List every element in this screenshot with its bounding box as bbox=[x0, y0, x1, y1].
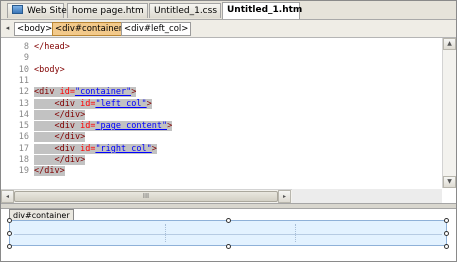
horizontal-scroll-thumb[interactable]: III bbox=[14, 191, 278, 202]
line-number: 13 bbox=[18, 98, 29, 109]
indent bbox=[34, 143, 55, 154]
code-line[interactable]: 16 </div> bbox=[1, 132, 441, 143]
code-token: "page_content" bbox=[95, 121, 168, 132]
tab-home-page[interactable]: home page.htm bbox=[67, 3, 148, 18]
tab-untitled-css[interactable]: Untitled_1.css bbox=[149, 3, 221, 18]
code-line[interactable]: 12 <div id="container"> bbox=[1, 87, 441, 98]
scroll-right-icon[interactable]: ▸ bbox=[278, 190, 291, 203]
code-token: </div> bbox=[54, 155, 86, 165]
code-text: </div> bbox=[34, 166, 65, 177]
code-text: <div id="container"> bbox=[34, 87, 137, 98]
line-number: 19 bbox=[18, 166, 29, 177]
inner-div-guide bbox=[14, 234, 442, 235]
code-token: > bbox=[151, 143, 157, 154]
resize-handle[interactable] bbox=[226, 218, 231, 223]
code-token: </head> bbox=[34, 42, 70, 52]
column-divider bbox=[165, 224, 166, 242]
code-token: id= bbox=[80, 143, 96, 154]
code-token: id= bbox=[59, 87, 75, 98]
code-text: </div> bbox=[34, 155, 86, 166]
tab-untitled-htm[interactable]: Untitled_1.htm bbox=[222, 2, 303, 19]
resize-handle[interactable] bbox=[444, 218, 449, 223]
code-token: "left_col" bbox=[95, 98, 147, 109]
code-token: "container" bbox=[74, 87, 132, 98]
code-token: <body> bbox=[34, 64, 65, 75]
code-view[interactable]: 8 </head> 9 10 <body> 11 12 <div id="container"… bbox=[1, 38, 441, 188]
tab-web-site[interactable]: Web Site bbox=[7, 3, 67, 18]
code-text: <div id="left_col"> bbox=[34, 98, 152, 110]
line-number: 8 bbox=[23, 42, 29, 52]
resize-handle[interactable] bbox=[7, 231, 12, 236]
code-text: </div> bbox=[34, 132, 86, 143]
tab-label: home page.htm bbox=[72, 6, 144, 16]
scroll-down-icon[interactable]: ▼ bbox=[443, 176, 456, 188]
code-text: <body> bbox=[34, 65, 65, 76]
code-text: </head> bbox=[34, 42, 70, 53]
code-token: > bbox=[146, 98, 152, 109]
tab-label: Untitled_1.htm bbox=[227, 5, 303, 15]
code-token: <div bbox=[54, 98, 81, 109]
code-token: </div> bbox=[54, 109, 86, 120]
line-number: 11 bbox=[18, 75, 29, 86]
line-number: 9 bbox=[23, 53, 29, 64]
code-line[interactable]: 17 <div id="right_col"> bbox=[1, 143, 441, 155]
column-divider bbox=[295, 224, 296, 242]
code-token: "right_col" bbox=[95, 143, 152, 154]
resize-handle[interactable] bbox=[226, 244, 231, 249]
code-token: <div bbox=[54, 121, 81, 132]
scroll-up-icon[interactable]: ▲ bbox=[443, 38, 456, 50]
code-text: <div id="page_content"> bbox=[34, 121, 173, 132]
code-token: </div> bbox=[54, 132, 86, 143]
line-number: 18 bbox=[18, 155, 29, 165]
indent bbox=[34, 132, 55, 143]
design-view[interactable]: div#container bbox=[1, 209, 456, 260]
line-number: 16 bbox=[18, 132, 29, 143]
code-line[interactable]: 10 <body> bbox=[1, 65, 441, 76]
web-site-icon bbox=[12, 5, 23, 14]
code-line[interactable]: 11 bbox=[1, 76, 441, 87]
tab-label: Web Site bbox=[27, 6, 67, 16]
code-token: </div> bbox=[34, 166, 65, 177]
code-line[interactable]: 8 </head> bbox=[1, 42, 441, 53]
code-token: id= bbox=[80, 121, 96, 132]
horizontal-scrollbar[interactable]: ◂ III ▸ bbox=[1, 189, 292, 203]
scroll-left-icon[interactable]: ◂ bbox=[1, 190, 14, 203]
code-token: <div bbox=[34, 87, 60, 98]
line-number: 14 bbox=[18, 109, 29, 120]
code-token: <div bbox=[54, 143, 81, 154]
resize-handle[interactable] bbox=[444, 231, 449, 236]
indent bbox=[34, 98, 55, 109]
code-token: > bbox=[167, 121, 173, 132]
indent bbox=[34, 121, 55, 132]
container-div-box[interactable] bbox=[9, 220, 447, 246]
code-line[interactable]: 15 <div id="page_content"> bbox=[1, 121, 441, 132]
code-line[interactable]: 19 </div> bbox=[1, 166, 441, 177]
code-line[interactable]: 13 <div id="left_col"> bbox=[1, 98, 441, 110]
document-tab-strip: Web Site home page.htm Untitled_1.css Un… bbox=[1, 1, 456, 20]
vertical-scrollbar[interactable]: ▲ ▼ bbox=[442, 38, 456, 188]
tag-selector-bar: ◂ <body> <div#container> <div#left_col> bbox=[1, 20, 456, 38]
line-number: 17 bbox=[18, 143, 29, 154]
indent bbox=[34, 155, 55, 165]
code-line[interactable]: 9 bbox=[1, 53, 441, 64]
tab-label: Untitled_1.css bbox=[154, 6, 218, 16]
indent bbox=[34, 109, 55, 120]
scrollbar-filler bbox=[292, 189, 442, 203]
line-number: 15 bbox=[18, 121, 29, 132]
resize-handle[interactable] bbox=[7, 244, 12, 249]
resize-handle[interactable] bbox=[7, 218, 12, 223]
code-text: </div> bbox=[34, 109, 86, 121]
resize-handle[interactable] bbox=[444, 244, 449, 249]
tag-crumb-body[interactable]: <body> bbox=[14, 22, 56, 36]
back-arrow-icon[interactable]: ◂ bbox=[4, 23, 11, 33]
tag-crumb-div-left-col[interactable]: <div#left_col> bbox=[121, 22, 192, 36]
code-line[interactable]: 14 </div> bbox=[1, 109, 441, 121]
code-token: > bbox=[131, 87, 137, 98]
line-number: 12 bbox=[18, 87, 29, 98]
code-line[interactable]: 18 </div> bbox=[1, 155, 441, 166]
code-text: <div id="right_col"> bbox=[34, 143, 157, 155]
code-token: id= bbox=[80, 98, 96, 109]
line-number: 10 bbox=[18, 64, 29, 75]
